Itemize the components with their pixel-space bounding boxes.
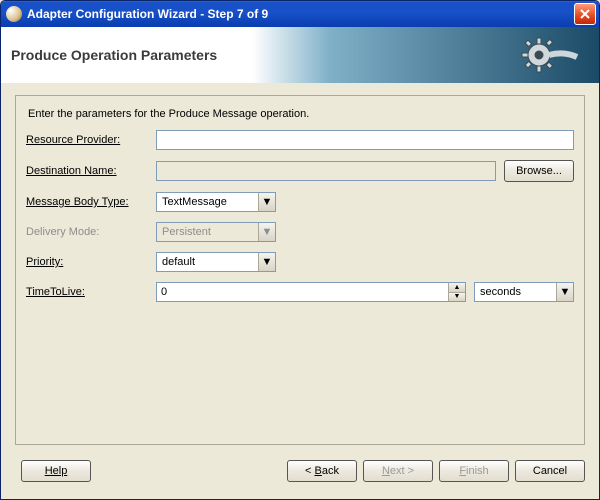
close-button[interactable] — [574, 3, 596, 25]
row-time-to-live: TimeToLive: ▲ ▼ seconds ▼ — [26, 282, 574, 302]
message-body-type-select[interactable]: TextMessage ▼ — [156, 192, 276, 212]
spinner-up-icon[interactable]: ▲ — [449, 283, 465, 292]
row-delivery-mode: Delivery Mode: Persistent ▼ — [26, 222, 574, 242]
label-resource-provider: Resource Provider: — [26, 134, 156, 146]
chevron-down-icon: ▼ — [556, 283, 573, 301]
page-title: Produce Operation Parameters — [11, 47, 217, 63]
cancel-button-label: Cancel — [533, 465, 567, 477]
destination-name-input — [156, 161, 496, 181]
spinner-down-icon[interactable]: ▼ — [449, 292, 465, 302]
form-panel: Enter the parameters for the Produce Mes… — [15, 95, 585, 445]
time-unit-value: seconds — [475, 286, 556, 298]
cancel-button[interactable]: Cancel — [515, 460, 585, 482]
app-icon — [6, 6, 22, 22]
content-area: Enter the parameters for the Produce Mes… — [1, 83, 599, 453]
footer: Help < Back Next > Finish Cancel — [1, 453, 599, 499]
priority-value: default — [157, 256, 258, 268]
back-button[interactable]: < Back — [287, 460, 357, 482]
delivery-mode-select: Persistent ▼ — [156, 222, 276, 242]
row-priority: Priority: default ▼ — [26, 252, 574, 272]
help-button[interactable]: Help — [21, 460, 91, 482]
priority-select[interactable]: default ▼ — [156, 252, 276, 272]
help-button-label: Help — [45, 465, 68, 477]
time-to-live-spinner[interactable]: ▲ ▼ — [156, 282, 466, 302]
label-priority: Priority: — [26, 256, 156, 268]
titlebar: Adapter Configuration Wizard - Step 7 of… — [1, 1, 599, 27]
label-destination-name: Destination Name: — [26, 165, 156, 177]
gear-icon — [519, 33, 579, 77]
message-body-type-value: TextMessage — [157, 196, 258, 208]
window-title: Adapter Configuration Wizard - Step 7 of… — [27, 7, 574, 21]
browse-button-label: Browse... — [516, 165, 562, 177]
chevron-down-icon: ▼ — [258, 223, 275, 241]
delivery-mode-value: Persistent — [157, 226, 258, 238]
row-destination-name: Destination Name: Browse... — [26, 160, 574, 182]
resource-provider-input[interactable] — [156, 130, 574, 150]
time-unit-select[interactable]: seconds ▼ — [474, 282, 574, 302]
browse-button[interactable]: Browse... — [504, 160, 574, 182]
time-to-live-input[interactable] — [157, 283, 448, 301]
row-resource-provider: Resource Provider: — [26, 130, 574, 150]
close-icon — [580, 9, 590, 19]
wizard-window: Adapter Configuration Wizard - Step 7 of… — [0, 0, 600, 500]
banner: Produce Operation Parameters — [1, 27, 599, 83]
label-delivery-mode: Delivery Mode: — [26, 226, 156, 238]
next-button: Next > — [363, 460, 433, 482]
instruction-text: Enter the parameters for the Produce Mes… — [28, 108, 574, 120]
label-time-to-live: TimeToLive: — [26, 286, 156, 298]
finish-button: Finish — [439, 460, 509, 482]
chevron-down-icon: ▼ — [258, 193, 275, 211]
chevron-down-icon: ▼ — [258, 253, 275, 271]
label-message-body-type: Message Body Type: — [26, 196, 156, 208]
spinner-buttons[interactable]: ▲ ▼ — [448, 283, 465, 301]
row-message-body-type: Message Body Type: TextMessage ▼ — [26, 192, 574, 212]
